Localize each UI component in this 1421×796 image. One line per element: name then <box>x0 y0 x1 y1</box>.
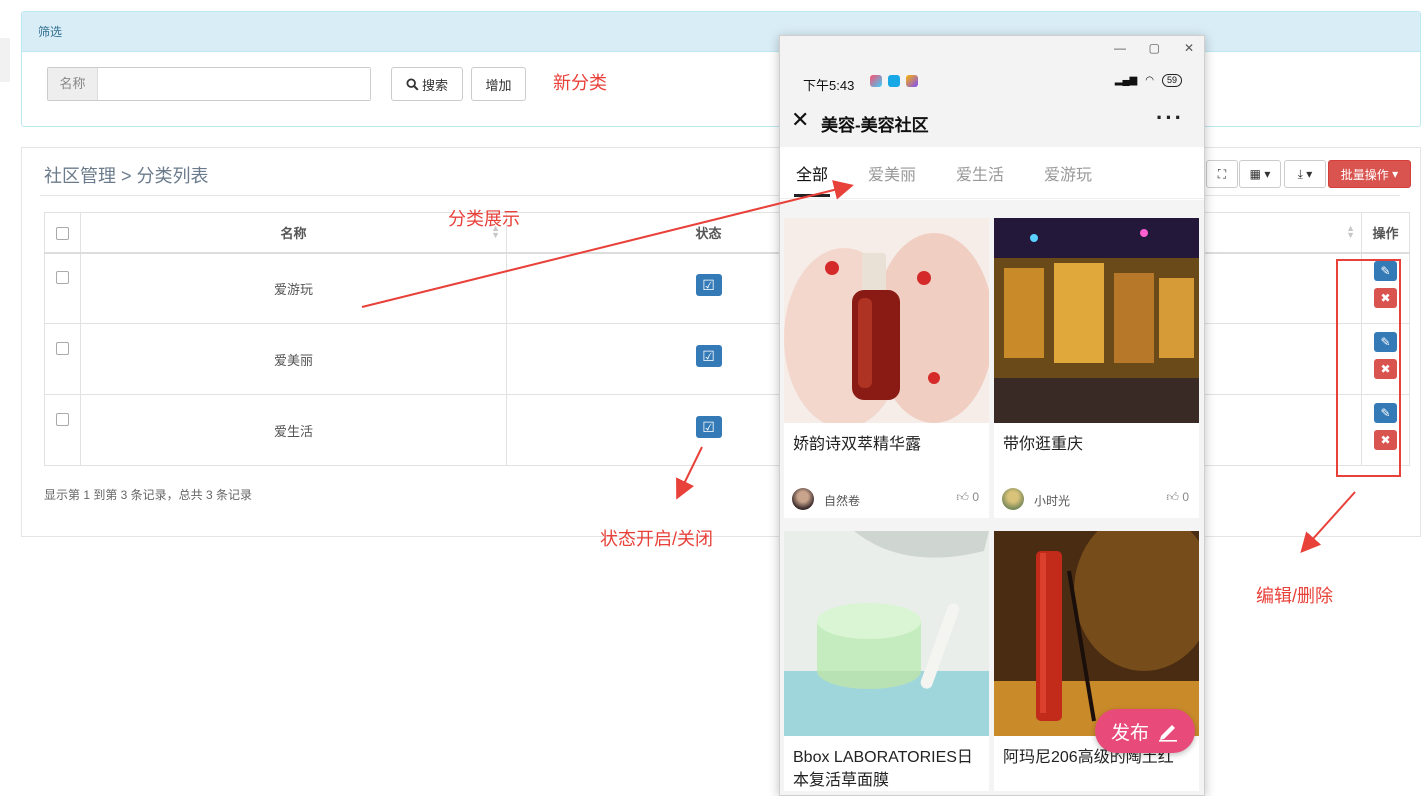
like-button[interactable]: 👍︎ 0 <box>956 490 979 505</box>
phone-status-bar: 下午5:43 ▂▄▆ ◠ 59 <box>780 63 1204 97</box>
tab-travel[interactable]: 爱游玩 <box>1044 161 1092 185</box>
search-button-label: 搜索 <box>421 77 448 93</box>
minimize-icon[interactable]: — <box>1114 41 1126 55</box>
left-edge-fragment <box>0 38 10 82</box>
post-card[interactable]: 带你逛重庆 小时光 👍︎ 0 <box>994 218 1199 518</box>
post-card[interactable]: 娇韵诗双萃精华露 自然卷 👍︎ 0 <box>784 218 989 518</box>
fullscreen-button[interactable]: ⛶ <box>1206 160 1238 188</box>
post-author: 自然卷 <box>824 494 861 508</box>
name-filter-group: 名称 <box>47 67 371 101</box>
status-time: 下午5:43 <box>803 78 855 93</box>
breadcrumb: 社区管理 > 分类列表 <box>44 166 209 186</box>
expand-icon: ⛶ <box>1217 166 1227 181</box>
batch-operations-button[interactable]: 批量操作 ▾ <box>1328 160 1411 188</box>
publish-button[interactable]: 发布 <box>1095 709 1195 753</box>
status-toggle-button[interactable]: ☑ <box>695 416 722 438</box>
category-table: 名称 ▲ ▼ 状态 ▲ ▼ 操作 爱游玩 ☑ ✎ ✖ 爱美丽 ☑ ✎ ✖ 爱生活… <box>44 212 1410 466</box>
phone-nav-bar: ✕ 美容-美容社区 ··· <box>780 97 1204 147</box>
annotation-highlight-box <box>1336 259 1401 477</box>
like-count: 0 <box>1182 490 1189 504</box>
batch-operations-label: 批量操作 <box>1340 167 1389 182</box>
grid-icon: ▦ ▾ <box>1249 167 1271 181</box>
column-header-ops-label: 操作 <box>1372 225 1399 241</box>
header-select-cell <box>44 212 81 254</box>
list-panel: 社区管理 > 分类列表 名称 ▲ ▼ 状态 ▲ ▼ 操作 爱游玩 ☑ ✎ ✖ 爱美丽 <box>21 147 1421 537</box>
post-title: 带你逛重庆 <box>1003 436 1084 453</box>
post-image <box>994 218 1199 423</box>
annotation-edit-delete: 编辑/删除 <box>1256 586 1334 606</box>
window-title-bar: — ▢ ✕ <box>780 36 1204 63</box>
status-app-icons <box>870 75 918 87</box>
row-checkbox[interactable] <box>56 270 69 284</box>
post-image <box>784 218 989 423</box>
page-title: 美容-美容社区 <box>821 116 929 135</box>
post-image <box>994 531 1199 736</box>
row-name: 爱游玩 <box>80 252 507 324</box>
caret-down-icon: ▾ <box>1392 167 1399 181</box>
avatar <box>792 488 814 510</box>
tab-beauty[interactable]: 爱美丽 <box>868 161 916 185</box>
signal-icon: ▂▄▆ <box>1114 75 1138 86</box>
post-author: 小时光 <box>1034 494 1071 508</box>
row-checkbox[interactable] <box>56 412 69 426</box>
post-title: Bbox LABORATORIES日本复活草面膜 <box>793 749 973 789</box>
more-icon[interactable]: ··· <box>1156 105 1184 131</box>
close-window-icon[interactable]: ✕ <box>1184 41 1194 55</box>
sort-icon: ▲ ▼ <box>1346 223 1355 240</box>
search-icon <box>406 77 419 91</box>
filter-panel: 筛选 名称 搜索 增加 <box>21 11 1421 127</box>
post-footer: 小时光 👍︎ 0 <box>994 478 1199 518</box>
export-button[interactable]: ⤓ ▾ <box>1284 160 1326 188</box>
post-footer: 自然卷 👍︎ 0 <box>784 478 989 518</box>
category-tabs: 全部 爱美丽 爱生活 爱游玩 <box>780 147 1204 199</box>
annotation-status-toggle: 状态开启/关闭 <box>600 529 714 549</box>
status-toggle-button[interactable]: ☑ <box>695 345 722 367</box>
close-icon[interactable]: ✕ <box>791 109 809 131</box>
post-card[interactable]: Bbox LABORATORIES日本复活草面膜 <box>784 531 989 791</box>
export-icon: ⤓ ▾ <box>1297 166 1313 181</box>
pagination-info: 显示第 1 到第 3 条记录，总共 3 条记录 <box>44 488 253 502</box>
post-image <box>784 531 989 736</box>
filter-panel-title: 筛选 <box>22 12 1420 52</box>
column-header-name[interactable]: 名称 ▲ ▼ <box>80 212 507 254</box>
column-header-status-label: 状态 <box>695 225 722 241</box>
like-button[interactable]: 👍︎ 0 <box>1166 490 1189 505</box>
active-tab-indicator <box>794 194 830 197</box>
tab-life[interactable]: 爱生活 <box>956 161 1004 185</box>
row-name: 爱生活 <box>80 394 507 466</box>
row-select-cell <box>44 252 81 324</box>
publish-label: 发布 <box>1110 722 1149 744</box>
chat-app-icon <box>888 75 900 87</box>
thumbs-up-icon: 👍︎ <box>956 490 969 504</box>
row-name: 爱美丽 <box>80 323 507 395</box>
tab-all[interactable]: 全部 <box>796 161 828 185</box>
status-toggle-button[interactable]: ☑ <box>695 274 722 297</box>
columns-toggle-button[interactable]: ▦ ▾ <box>1239 160 1281 188</box>
maximize-icon[interactable]: ▢ <box>1149 41 1160 55</box>
avatar <box>1002 488 1024 510</box>
annotation-new-category: 新分类 <box>553 73 607 93</box>
row-checkbox[interactable] <box>56 341 69 355</box>
column-header-ops: 操作 <box>1361 212 1410 254</box>
column-header-name-label: 名称 <box>280 225 307 241</box>
thumbs-up-icon: 👍︎ <box>1166 490 1179 504</box>
row-select-cell <box>44 323 81 395</box>
wifi-icon: ◠ <box>1145 75 1154 86</box>
like-count: 0 <box>972 490 979 504</box>
name-filter-label: 名称 <box>48 68 98 100</box>
video-app-icon <box>870 75 882 87</box>
annotation-category-display: 分类展示 <box>448 209 520 229</box>
search-button[interactable]: 搜索 <box>391 67 463 101</box>
post-title: 娇韵诗双萃精华露 <box>793 436 922 453</box>
select-all-checkbox[interactable] <box>56 226 69 240</box>
battery-icon: 59 <box>1161 74 1182 87</box>
play-app-icon <box>906 75 918 87</box>
name-filter-input[interactable] <box>98 68 370 100</box>
add-button[interactable]: 增加 <box>471 67 526 101</box>
post-feed: 娇韵诗双萃精华露 自然卷 👍︎ 0 带你逛重庆 小时光 👍︎ 0 Bbox LA… <box>780 200 1204 795</box>
row-select-cell <box>44 394 81 466</box>
status-indicators: ▂▄▆ ◠ 59 <box>1115 74 1182 87</box>
phone-preview-window: — ▢ ✕ 下午5:43 ▂▄▆ ◠ 59 ✕ 美容-美容社区 ··· 全部 爱… <box>779 35 1205 796</box>
pencil-icon <box>1159 725 1177 742</box>
